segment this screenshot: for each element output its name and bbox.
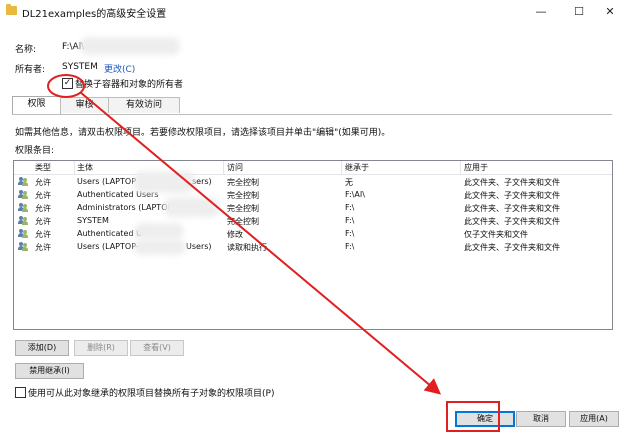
- cell-access: 完全控制: [227, 204, 259, 213]
- cell-inherited-from: 无: [345, 178, 353, 187]
- cell-inherited-from: F:\: [345, 203, 355, 212]
- remove-button[interactable]: 删除(R): [74, 340, 128, 356]
- replace-owner-checkbox[interactable]: ✓: [62, 78, 73, 89]
- column-divider: [341, 161, 342, 174]
- user-group-icon: [18, 190, 28, 199]
- cell-inherited-from: F:\: [345, 242, 355, 251]
- cancel-button[interactable]: 取消: [516, 411, 566, 427]
- cell-type: 允许: [35, 230, 51, 239]
- table-row[interactable]: 允许 Authenticated Users 完全控制 F:\AI\ 此文件夹、…: [14, 189, 612, 201]
- cell-type: 允许: [35, 204, 51, 213]
- table-row[interactable]: 允许 Users (LAPTOP- Users) 读取和执行 F:\ 此文件夹、…: [14, 241, 612, 253]
- table-row[interactable]: 允许 Administrators (LAPTOP 完全控制 F:\ 此文件夹、…: [14, 202, 612, 214]
- apply-button[interactable]: 应用(A): [569, 411, 619, 427]
- header-inherited-from[interactable]: 继承于: [345, 162, 369, 173]
- cell-inherited-from: F:\: [345, 216, 355, 225]
- cell-inherited-from: F:\: [345, 229, 355, 238]
- close-button[interactable]: ✕: [595, 3, 623, 21]
- header-type[interactable]: 类型: [35, 162, 51, 173]
- column-divider: [74, 161, 75, 174]
- table-row[interactable]: 允许 SYSTEM 完全控制 F:\ 此文件夹、子文件夹和文件: [14, 215, 612, 227]
- list-header: 类型 主体 访问 继承于 应用于: [14, 161, 612, 175]
- table-row[interactable]: 允许 Users (LAPTOP sers) 完全控制 无 此文件夹、子文件夹和…: [14, 176, 612, 188]
- owner-value: SYSTEM: [62, 62, 98, 72]
- owner-label: 所有者:: [15, 65, 46, 75]
- cell-type: 允许: [35, 178, 51, 187]
- cell-applies-to: 仅子文件夹和文件: [464, 230, 528, 239]
- cell-type: 允许: [35, 217, 51, 226]
- user-group-icon: [18, 229, 28, 238]
- permissions-list[interactable]: 类型 主体 访问 继承于 应用于 允许 Users (LAPTOP sers) …: [13, 160, 613, 330]
- user-group-icon: [18, 177, 28, 186]
- column-divider: [460, 161, 461, 174]
- name-label: 名称:: [15, 45, 37, 55]
- cell-applies-to: 此文件夹、子文件夹和文件: [464, 191, 560, 200]
- instructions-text: 如需其他信息，请双击权限项目。若要修改权限项目，请选择该项目并单击"编辑"(如果…: [15, 128, 391, 138]
- cell-principal: Authenticated U: [77, 229, 142, 238]
- cell-principal: Administrators (LAPTOP: [77, 203, 173, 212]
- header-access[interactable]: 访问: [227, 162, 243, 173]
- user-group-icon: [18, 242, 28, 251]
- redacted-blur: [164, 197, 219, 217]
- minimize-button[interactable]: —: [526, 3, 556, 21]
- ok-button[interactable]: 确定: [455, 411, 515, 427]
- replace-child-permissions-label[interactable]: 使用可从此对象继承的权限项目替换所有子对象的权限项目(P): [28, 386, 274, 399]
- cell-applies-to: 此文件夹、子文件夹和文件: [464, 243, 560, 252]
- window-title: DL21examples的高级安全设置: [22, 9, 167, 20]
- maximize-button[interactable]: ☐: [564, 3, 594, 21]
- cell-principal: Users (LAPTOP-: [77, 242, 139, 251]
- folder-icon: [6, 4, 17, 15]
- cell-principal-tail: sers): [192, 177, 212, 186]
- tab-permissions[interactable]: 权限: [12, 96, 61, 114]
- redacted-blur: [134, 239, 186, 255]
- cell-access: 完全控制: [227, 178, 259, 187]
- view-button[interactable]: 查看(V): [130, 340, 184, 356]
- change-owner-link[interactable]: 更改(C): [104, 62, 135, 75]
- add-button[interactable]: 添加(D): [15, 340, 69, 356]
- cell-access: 修改: [227, 230, 243, 239]
- replace-child-permissions-checkbox[interactable]: [15, 387, 26, 398]
- user-group-icon: [18, 216, 28, 225]
- header-principal[interactable]: 主体: [77, 162, 93, 173]
- cell-applies-to: 此文件夹、子文件夹和文件: [464, 178, 560, 187]
- disable-inheritance-button[interactable]: 禁用继承(I): [15, 363, 84, 379]
- redacted-blur: [80, 37, 180, 55]
- tab-divider: [12, 114, 612, 115]
- user-group-icon: [18, 203, 28, 212]
- cell-access: 完全控制: [227, 217, 259, 226]
- cell-access: 完全控制: [227, 191, 259, 200]
- cell-applies-to: 此文件夹、子文件夹和文件: [464, 204, 560, 213]
- cell-applies-to: 此文件夹、子文件夹和文件: [464, 217, 560, 226]
- redacted-blur: [134, 171, 194, 193]
- tab-auditing[interactable]: 审核: [60, 97, 109, 113]
- replace-owner-label[interactable]: 替换子容器和对象的所有者: [75, 77, 183, 90]
- cell-principal-tail: Users): [186, 242, 212, 251]
- cell-type: 允许: [35, 191, 51, 200]
- cell-type: 允许: [35, 243, 51, 252]
- cell-inherited-from: F:\AI\: [345, 190, 365, 199]
- header-applies-to[interactable]: 应用于: [464, 162, 488, 173]
- cell-access: 读取和执行: [227, 243, 267, 252]
- table-row[interactable]: 允许 Authenticated U 修改 F:\ 仅子文件夹和文件: [14, 228, 612, 240]
- title-bar: DL21examples的高级安全设置 — ☐ ✕: [0, 0, 623, 24]
- cell-principal: Users (LAPTOP: [77, 177, 137, 186]
- redacted-blur: [134, 223, 184, 239]
- cell-principal: SYSTEM: [77, 216, 109, 225]
- entries-label: 权限条目:: [15, 146, 55, 156]
- column-divider: [223, 161, 224, 174]
- tab-effective-access[interactable]: 有效访问: [108, 97, 180, 113]
